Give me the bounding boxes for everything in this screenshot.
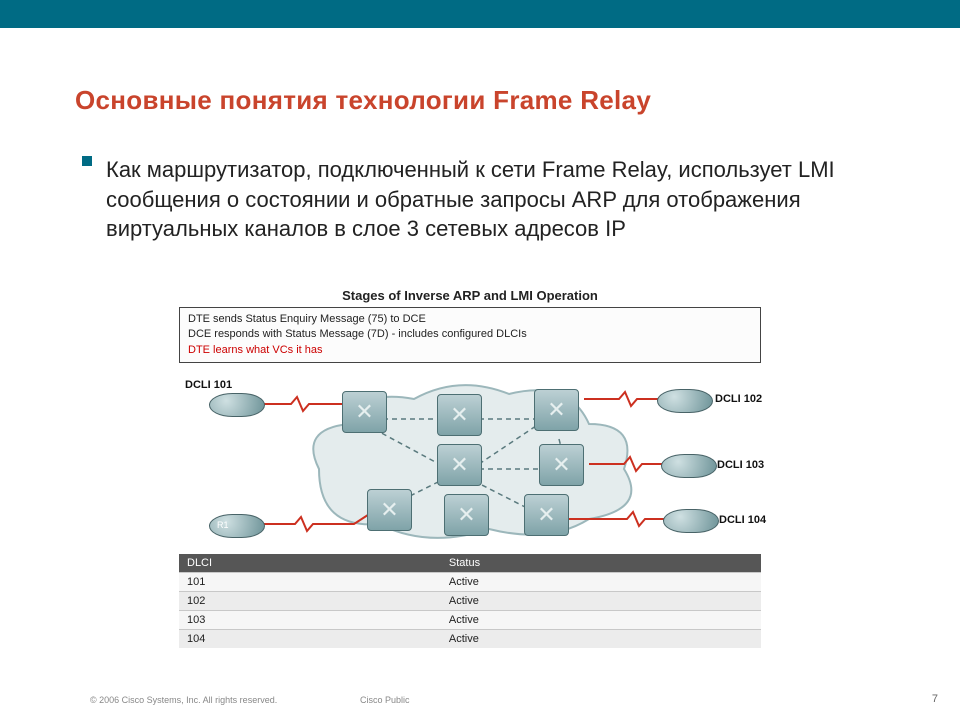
r1-label: R1: [217, 520, 229, 530]
body-paragraph: Как маршрутизатор, подключенный к сети F…: [106, 155, 892, 244]
dlci-104-label: DCLI 104: [719, 514, 766, 526]
footer-copyright: © 2006 Cisco Systems, Inc. All rights re…: [90, 695, 277, 705]
cell-status: Active: [441, 611, 761, 630]
msg-line-2: DCE responds with Status Message (7D) - …: [188, 327, 752, 342]
router-icon: [209, 393, 265, 417]
switch-icon: [534, 389, 579, 431]
top-stripe: [0, 0, 960, 28]
msg-line-1: DTE sends Status Enquiry Message (75) to…: [188, 312, 752, 327]
cell-dlci: 103: [179, 611, 441, 630]
table-row: 101 Active: [179, 573, 761, 592]
router-icon: [663, 509, 719, 533]
cell-dlci: 101: [179, 573, 441, 592]
table-row: 104 Active: [179, 630, 761, 649]
router-icon: R1: [209, 514, 265, 538]
slide-title: Основные понятия технологии Frame Relay: [75, 85, 651, 116]
switch-icon: [342, 391, 387, 433]
th-dlci: DLCI: [179, 554, 441, 573]
page-number: 7: [932, 693, 938, 705]
th-status: Status: [441, 554, 761, 573]
msg-line-3: DTE learns what VCs it has: [188, 343, 752, 358]
figure-caption: Stages of Inverse ARP and LMI Operation: [179, 288, 761, 303]
dlci-103-label: DCLI 103: [717, 459, 764, 471]
switch-icon: [437, 394, 482, 436]
dlci-101-label: DCLI 101: [185, 379, 232, 391]
switch-icon: [437, 444, 482, 486]
table-header-row: DLCI Status: [179, 554, 761, 573]
dlci-102-label: DCLI 102: [715, 393, 762, 405]
router-icon: [661, 454, 717, 478]
switch-icon: [367, 489, 412, 531]
slide-body: Как маршрутизатор, подключенный к сети F…: [82, 155, 892, 244]
footer-center: Cisco Public: [360, 695, 410, 705]
figure: Stages of Inverse ARP and LMI Operation …: [179, 288, 761, 646]
switch-icon: [539, 444, 584, 486]
dlci-status-table: DLCI Status 101 Active 102 Active 103 Ac…: [179, 554, 761, 648]
cell-status: Active: [441, 573, 761, 592]
table-row: 103 Active: [179, 611, 761, 630]
network-diagram: R1 DCLI 101 DCLI 102 DCLI 103 DCLI 104: [179, 369, 761, 554]
table-row: 102 Active: [179, 592, 761, 611]
switch-icon: [524, 494, 569, 536]
cell-status: Active: [441, 630, 761, 649]
router-icon: [657, 389, 713, 413]
cell-dlci: 102: [179, 592, 441, 611]
cell-dlci: 104: [179, 630, 441, 649]
message-box: DTE sends Status Enquiry Message (75) to…: [179, 307, 761, 363]
cell-status: Active: [441, 592, 761, 611]
switch-icon: [444, 494, 489, 536]
